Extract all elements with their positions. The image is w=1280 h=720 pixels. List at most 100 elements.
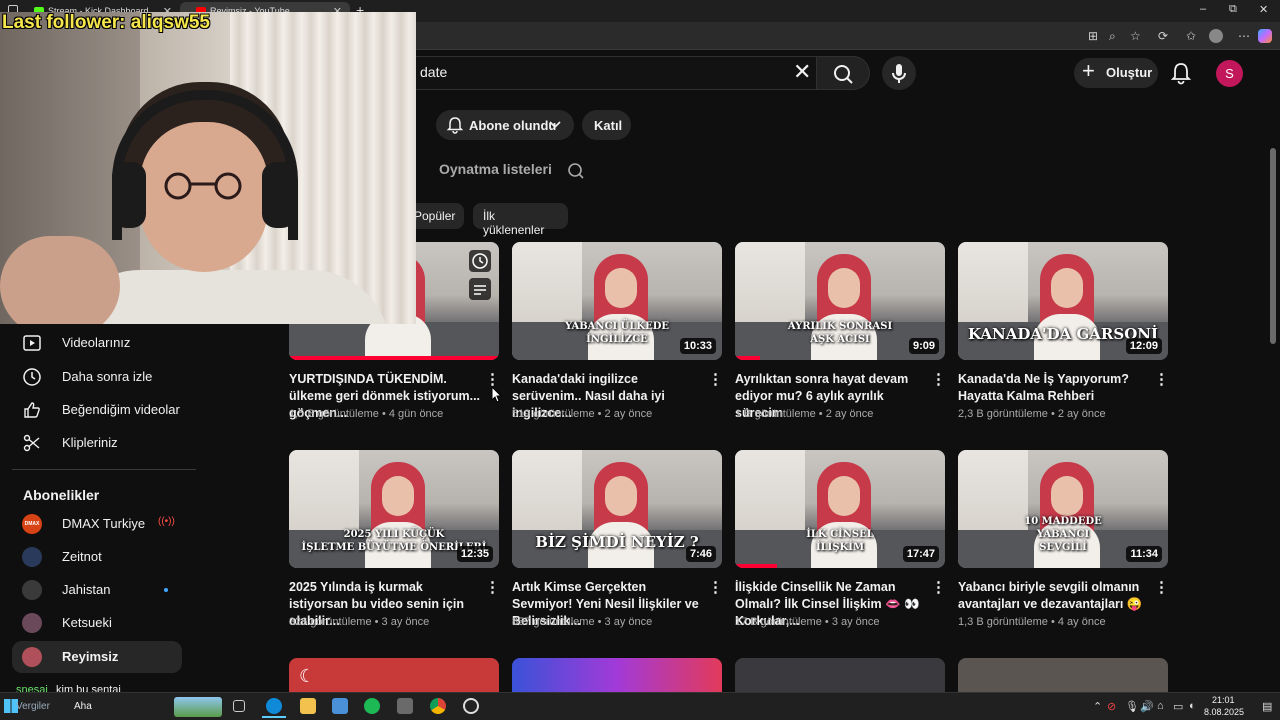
sidebar-item-dmax-turkiye[interactable]: DMAX DMAX Turkiye ((•)) <box>12 508 182 540</box>
video-title[interactable]: Kanada'da Ne İş Yapıyorum? Hayatta Kalma… <box>958 371 1154 405</box>
clock-time[interactable]: 21:01 <box>1212 695 1235 705</box>
tab-playlists[interactable]: Oynatma listeleri <box>439 161 552 177</box>
video-thumbnail[interactable]: İLK CİNSEL İLİŞKİM 17:47 <box>735 450 945 568</box>
video-thumbnail[interactable]: AYRILIK SONRASI AŞK ACISI 9:09 <box>735 242 945 360</box>
scrollbar-thumb[interactable] <box>1270 148 1276 344</box>
sidebar-item-zeitnot[interactable]: Zeitnot <box>12 541 182 573</box>
close-window-button[interactable]: ✕ <box>1259 3 1268 16</box>
video-thumbnail[interactable]: BİZ ŞİMDİ NEYİZ ? 7:46 <box>512 450 722 568</box>
video-card[interactable]: YABANCI ÜLKEDE İNGİLİZCE 10:33 Kanada'daki… <box>512 242 723 432</box>
more-options-icon[interactable]: ⋮ <box>1154 372 1169 387</box>
more-options-icon[interactable]: ⋮ <box>708 372 723 387</box>
mail-icon[interactable] <box>332 698 348 714</box>
more-options-icon[interactable]: ⋮ <box>708 580 723 595</box>
video-thumbnail-partial[interactable]: ☾ <box>289 658 499 692</box>
profile-icon[interactable] <box>1209 29 1223 43</box>
add-to-queue-button[interactable] <box>469 278 491 300</box>
video-meta: 17 B görüntüleme • 3 ay önce <box>735 616 880 628</box>
video-card[interactable]: BİZ ŞİMDİ NEYİZ ? 7:46 Artık Kimse Gerçekt… <box>512 450 723 640</box>
copilot-icon[interactable] <box>1258 29 1272 43</box>
edge-icon[interactable] <box>266 698 282 714</box>
video-thumbnail-partial[interactable] <box>512 658 722 692</box>
tray-battery-icon[interactable]: ▭ <box>1173 700 1183 713</box>
favorite-star-icon[interactable]: ☆ <box>1130 29 1141 43</box>
sidebar-item-reyimsiz[interactable]: Reyimsiz <box>12 641 182 673</box>
notification-center-icon[interactable]: ▤ <box>1262 700 1272 713</box>
video-meta: 519 görüntüleme • 2 ay önce <box>512 408 652 420</box>
video-thumbnail[interactable]: KANADA'DA GARSONİ 12:09 <box>958 242 1168 360</box>
mouse-cursor-icon <box>491 386 502 403</box>
tray-speaker-icon[interactable]: ◐ <box>1189 700 1196 712</box>
video-card[interactable]: 2025 YILI KÜÇÜK İŞLETME BÜYÜTME ÖNERİLER… <box>289 450 500 640</box>
view-count: 326 görüntüleme <box>289 616 372 628</box>
subscribed-label: Abone olundu <box>469 118 557 133</box>
clear-search-icon[interactable]: ✕ <box>793 60 811 84</box>
video-card[interactable]: AYRILIK SONRASI AŞK ACISI 9:09 Ayrılıktan … <box>735 242 946 432</box>
duration-badge: 17:47 <box>902 546 939 562</box>
more-options-icon[interactable]: ⋮ <box>1154 580 1169 595</box>
sidebar-item-jahistan[interactable]: Jahistan <box>12 574 182 606</box>
video-card[interactable]: İLK CİNSEL İLİŞKİM 17:47 İlişkide Cinselli… <box>735 450 946 640</box>
clock-date[interactable]: 8.08.2025 <box>1204 707 1244 717</box>
watch-progress-bar <box>735 356 761 360</box>
install-app-icon[interactable]: ⊞ <box>1088 29 1098 43</box>
sidebar-item-your-videos[interactable]: Videolarınız <box>12 327 182 359</box>
sidebar-item-watch-later[interactable]: Daha sonra izle <box>12 361 182 393</box>
join-button[interactable]: Katıl <box>582 110 631 140</box>
tray-app-icon[interactable]: ⊘ <box>1107 700 1116 713</box>
sidebar-item-ketsueki[interactable]: Ketsueki <box>12 607 182 639</box>
watch-later-button[interactable] <box>469 250 491 272</box>
notifications-bell-icon[interactable] <box>1170 61 1192 85</box>
video-card[interactable]: KANADA'DA GARSONİ 12:09 Kanada'da Ne İş Ya… <box>958 242 1169 432</box>
spotify-icon[interactable] <box>364 698 380 714</box>
channel-search-icon[interactable] <box>566 161 586 181</box>
video-card[interactable]: 10 MADDEDE YABANCI SEVGİLİ 11:34 Yabancı b… <box>958 450 1169 640</box>
sidebar-item-liked-videos[interactable]: Beğendiğim videolar <box>12 394 182 426</box>
scrollbar-track[interactable] <box>1268 50 1280 690</box>
more-options-icon[interactable]: ⋮ <box>931 372 946 387</box>
obs-icon[interactable] <box>463 698 479 714</box>
search-input[interactable] <box>400 56 816 90</box>
video-thumbnail[interactable]: YABANCI ÜLKEDE İNGİLİZCE 10:33 <box>512 242 722 360</box>
search-button[interactable] <box>816 56 870 90</box>
file-explorer-icon[interactable] <box>300 698 316 714</box>
more-options-icon[interactable]: ⋮ <box>485 372 500 387</box>
sidebar-item-label: Jahistan <box>62 582 111 597</box>
meta-separator: • <box>594 408 605 420</box>
meta-separator: • <box>1047 408 1058 420</box>
video-thumbnail-partial[interactable] <box>958 658 1168 692</box>
tray-network-icon[interactable]: ⌂ <box>1157 700 1164 712</box>
upload-age: 2 ay önce <box>825 408 874 420</box>
more-icon[interactable]: ⋯ <box>1238 29 1250 43</box>
plus-icon: + <box>1082 58 1095 83</box>
sidebar-item-clips[interactable]: Klipleriniz <box>12 427 182 459</box>
scissors-icon <box>23 434 40 452</box>
extensions-icon[interactable]: ⟳ <box>1158 29 1168 43</box>
tray-mic-icon[interactable]: 🎙 <box>1125 700 1139 713</box>
tray-volume-icon[interactable]: 🔊 <box>1140 700 1154 713</box>
sidebar-item-label: Beğendiğim videolar <box>62 402 180 417</box>
chip-oldest[interactable]: İlk yüklenenler <box>473 203 568 237</box>
news-widget[interactable]: Vergiler Aha <box>16 697 222 717</box>
account-avatar[interactable]: S <box>1216 60 1243 87</box>
video-thumbnail-partial[interactable] <box>735 658 945 692</box>
video-thumbnail[interactable]: 10 MADDEDE YABANCI SEVGİLİ 11:34 <box>958 450 1168 568</box>
zoom-icon[interactable]: ⌕ <box>1109 29 1116 44</box>
search-query[interactable]: date <box>420 64 447 80</box>
video-meta: 1,5 B görüntüleme • 4 gün önce <box>289 408 443 420</box>
video-thumbnail[interactable]: 2025 YILI KÜÇÜK İŞLETME BÜYÜTME ÖNERİLER… <box>289 450 499 568</box>
maximize-button[interactable]: ⧉ <box>1229 3 1237 16</box>
upload-age: 2 ay önce <box>1057 408 1106 420</box>
voice-search-button[interactable] <box>882 56 916 90</box>
subscribed-button[interactable]: Abone olundu <box>436 110 574 140</box>
favorites-icon[interactable]: ✩ <box>1186 29 1196 43</box>
more-options-icon[interactable]: ⋮ <box>931 580 946 595</box>
more-options-icon[interactable]: ⋮ <box>485 580 500 595</box>
chrome-icon[interactable] <box>430 698 446 714</box>
tray-chevron-icon[interactable]: ⌃ <box>1093 700 1102 713</box>
task-view-icon[interactable] <box>233 700 245 712</box>
thumbs-up-icon <box>24 402 40 418</box>
calculator-icon[interactable] <box>397 698 413 714</box>
video-title[interactable]: Yabancı biriyle sevgili olmanın avantajl… <box>958 579 1154 613</box>
minimize-button[interactable]: – <box>1200 3 1206 15</box>
